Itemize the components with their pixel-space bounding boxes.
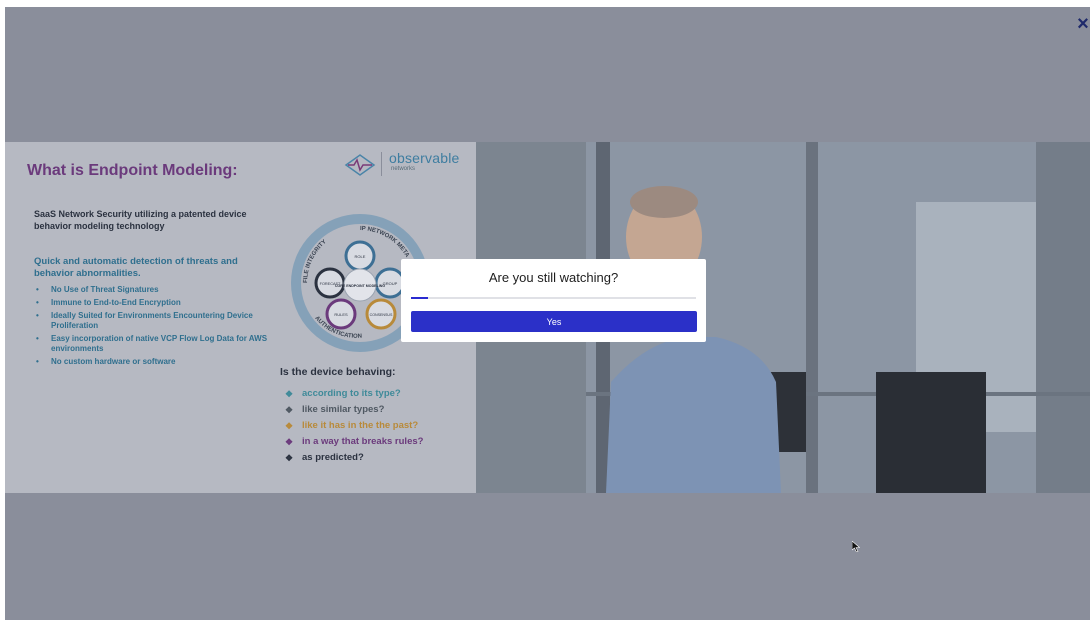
countdown-progress-bar xyxy=(411,297,696,299)
node-label: CONSENSUS xyxy=(370,313,393,317)
countdown-progress-fill xyxy=(411,297,429,299)
question-list: according to its type? like similar type… xyxy=(285,386,423,466)
node-label: ROLE xyxy=(355,254,366,259)
list-item: as predicted? xyxy=(285,450,423,466)
logo-wordmark: observable xyxy=(389,150,460,166)
list-item: No custom hardware or software xyxy=(34,357,274,367)
close-icon[interactable]: × xyxy=(1076,13,1090,35)
diagram-center-label: CORE ENDPOINT MODELING xyxy=(335,284,386,288)
dialog-title: Are you still watching? xyxy=(488,270,619,285)
list-item: like similar types? xyxy=(285,402,423,418)
logo-mark-icon xyxy=(344,154,376,176)
observable-networks-logo: observable networks xyxy=(343,150,468,180)
still-watching-dialog: Are you still watching? Yes xyxy=(401,259,706,342)
yes-button[interactable]: Yes xyxy=(411,311,697,332)
list-item: No Use of Threat Signatures xyxy=(34,285,274,295)
list-item: Immune to End-to-End Encryption xyxy=(34,298,274,308)
slide-title: What is Endpoint Modeling: xyxy=(27,162,238,179)
list-item: Easy incorporation of native VCP Flow Lo… xyxy=(34,334,274,354)
list-item: in a way that breaks rules? xyxy=(285,434,423,450)
logo-subtitle: networks xyxy=(391,166,416,172)
node-label: RULES xyxy=(334,312,348,317)
device-question-heading: Is the device behaving: xyxy=(280,366,396,378)
slide-intro: SaaS Network Security utilizing a patent… xyxy=(34,209,247,231)
list-item: like it has in the the past? xyxy=(285,418,423,434)
mouse-cursor-icon xyxy=(852,541,860,552)
list-item: Ideally Suited for Environments Encounte… xyxy=(34,311,274,331)
slide-subhead: Quick and automatic detection of threats… xyxy=(34,256,238,279)
list-item: according to its type? xyxy=(285,386,423,402)
feature-list: No Use of Threat Signatures Immune to En… xyxy=(34,285,274,370)
logo-separator xyxy=(381,152,382,176)
